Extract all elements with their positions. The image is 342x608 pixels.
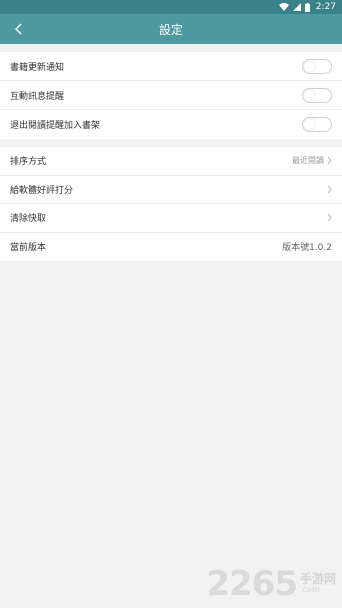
toggle-knob	[304, 119, 315, 130]
setting-label: 排序方式	[10, 157, 47, 168]
status-time: 2:27	[315, 2, 336, 12]
toggle-knob	[304, 89, 315, 101]
notification-settings: 書籍更新通知 互動訊息提醒 退出閱讀提醒加入書架	[0, 52, 342, 139]
sort-order-value-group: 最近閱讀	[292, 155, 332, 166]
battery-icon	[304, 2, 310, 12]
clear-cache-row[interactable]: 清除快取	[0, 204, 342, 233]
setting-label: 清除快取	[10, 214, 47, 225]
app-bar: 設定	[0, 14, 342, 44]
interaction-reminder-toggle[interactable]	[302, 87, 332, 103]
exit-reminder-toggle[interactable]	[302, 117, 332, 132]
version-value: 版本號1.0.2	[282, 243, 332, 254]
setting-row-book-update: 書籍更新通知	[0, 52, 342, 81]
signal-icon	[292, 3, 301, 11]
back-button[interactable]	[6, 14, 30, 44]
watermark-com: .com	[299, 585, 320, 595]
setting-label: 當前版本	[10, 243, 47, 254]
chevron-right-icon	[327, 213, 332, 222]
page-title: 設定	[158, 22, 183, 37]
chevron-right-icon	[327, 156, 332, 165]
watermark-number: 2265	[206, 564, 298, 604]
sort-order-value: 最近閱讀	[292, 156, 324, 166]
chevron-left-icon	[14, 23, 22, 35]
version-row: 當前版本 版本號1.0.2	[0, 233, 342, 262]
sort-order-row[interactable]: 排序方式 最近閱讀	[0, 147, 342, 176]
setting-label: 退出閱讀提醒加入書架	[10, 121, 101, 131]
chevron-right-icon	[327, 185, 332, 194]
setting-row-exit-reminder: 退出閱讀提醒加入書架	[0, 110, 342, 139]
toggle-knob	[304, 60, 315, 72]
status-bar: 2:27	[0, 0, 342, 14]
setting-label: 書籍更新通知	[10, 62, 65, 73]
section-gap	[0, 44, 342, 52]
watermark: 2265 手游网 .com	[206, 564, 336, 604]
section-gap	[0, 139, 342, 147]
rate-app-row[interactable]: 給軟體好評打分	[0, 176, 342, 204]
general-settings: 排序方式 最近閱讀 給軟體好評打分 清除快取 當前版本 版本號1.0.2	[0, 147, 342, 261]
wifi-icon	[278, 3, 289, 11]
watermark-side: 手游网 .com	[299, 572, 336, 595]
setting-label: 互動訊息提醒	[10, 91, 65, 102]
setting-row-interaction-reminder: 互動訊息提醒	[0, 81, 342, 110]
setting-label: 給軟體好評打分	[10, 185, 74, 196]
book-update-toggle[interactable]	[302, 58, 332, 74]
